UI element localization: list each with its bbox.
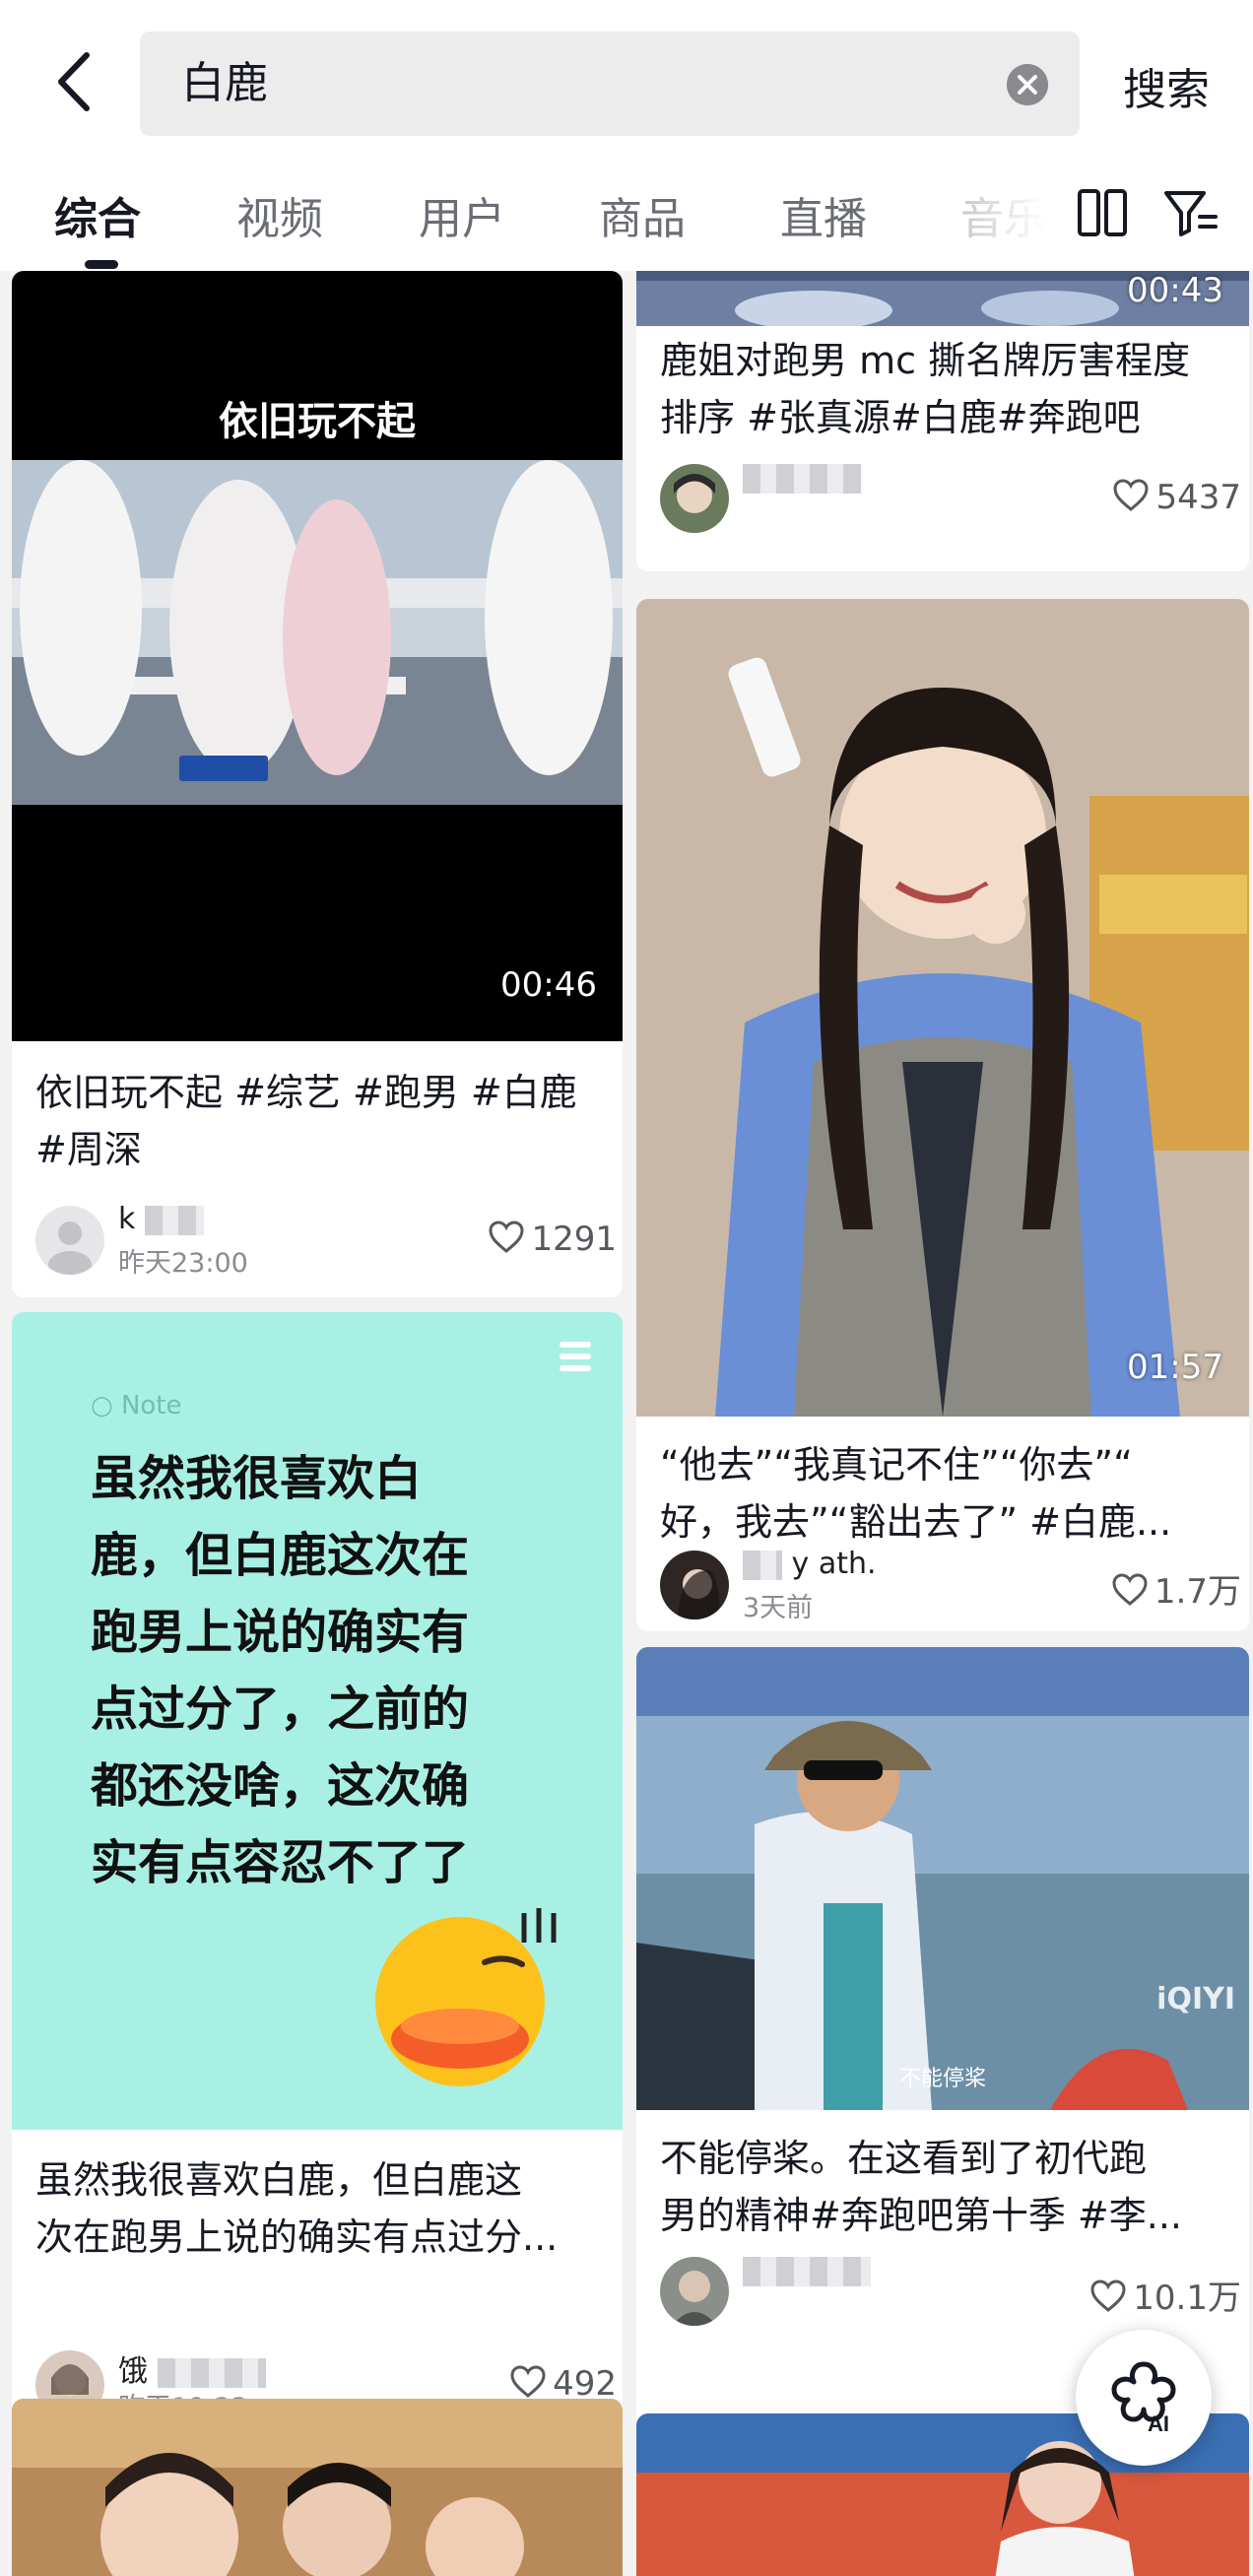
search-results-feed: 依旧玩不起 00:46 依旧玩不起 #综艺 #跑男 #白鹿 #周深 k 昨天23… — [0, 271, 1253, 2576]
video-thumbnail: 00:43 — [636, 271, 1249, 326]
caption-line: 好，我去”“豁出去了” #白鹿... — [660, 1500, 1172, 1544]
avatar[interactable] — [35, 1206, 104, 1275]
note-line: 鹿，但白鹿这次在 — [91, 1528, 470, 1583]
tab-video[interactable]: 视频 — [236, 183, 323, 246]
active-tab-indicator — [85, 260, 118, 269]
video-still — [12, 460, 623, 805]
tab-all[interactable]: 综合 — [54, 183, 141, 246]
heart-icon — [1112, 1573, 1148, 1606]
note-label: ○ Note — [91, 1391, 182, 1420]
caption-line: 男的精神#奔跑吧第十季 #李... — [660, 2194, 1182, 2237]
heart-icon — [1090, 2279, 1126, 2312]
caption-line: #周深 — [35, 1128, 142, 1171]
video-still — [636, 599, 1249, 1417]
tab-live[interactable]: 直播 — [780, 183, 867, 246]
menu-lines-icon — [560, 1342, 591, 1371]
ai-assistant-button[interactable]: AI — [1076, 2330, 1212, 2466]
heart-icon — [489, 1221, 524, 1253]
author-name[interactable]: k — [118, 1202, 204, 1236]
card-caption: “他去”“我真记不住”“你去”“ 好，我去”“豁出去了” #白鹿... — [660, 1436, 1241, 1551]
caption-line: 鹿姐对跑男 mc 撕名牌厉害程度 — [660, 339, 1191, 382]
duck-emoji-icon — [375, 1908, 557, 2086]
heart-icon — [510, 2365, 546, 2398]
author-name[interactable] — [743, 2253, 871, 2287]
author-row: k 昨天23:00 1291 — [35, 1202, 617, 1281]
result-card[interactable]: 依旧玩不起 00:46 依旧玩不起 #综艺 #跑男 #白鹿 #周深 k 昨天23… — [12, 271, 623, 1297]
video-thumbnail: 依旧玩不起 00:46 — [12, 271, 623, 1041]
card-caption: 虽然我很喜欢白鹿，但白鹿这 次在跑男上说的确实有点过分... — [35, 2151, 623, 2266]
author-row: y ath. 3天前 1.7万 — [660, 1547, 1241, 1625]
result-card[interactable]: 01:57 “他去”“我真记不住”“你去”“ 好，我去”“豁出去了” #白鹿..… — [636, 599, 1249, 1631]
video-thumbnail: 不能停桨 iQIYI — [636, 1647, 1249, 2110]
ai-assistant-icon: AI — [1111, 2361, 1176, 2436]
caption-line: 虽然我很喜欢白鹿，但白鹿这 — [35, 2158, 523, 2202]
video-thumbnail: 01:57 — [636, 599, 1249, 1417]
caption-line: “他去”“我真记不住”“你去”“ — [660, 1443, 1133, 1486]
note-line: 虽然我很喜欢白 — [91, 1451, 423, 1506]
avatar[interactable] — [660, 1551, 729, 1619]
clear-circle-icon — [1007, 64, 1048, 105]
top-bar: 搜索 — [0, 0, 1253, 158]
search-button[interactable]: 搜索 — [1123, 54, 1210, 117]
like-count[interactable]: 5437 — [1112, 478, 1241, 517]
video-duration: 00:46 — [500, 965, 597, 1005]
thumbnail-title: 依旧玩不起 — [219, 399, 416, 444]
chevron-left-icon — [58, 52, 90, 111]
note-line: 实有点容忍不了了 — [91, 1835, 470, 1890]
result-card[interactable]: ○ Note 虽然我很喜欢白 鹿，但白鹿这次在 跑男上说的确实有 点过分了，之前… — [12, 1312, 623, 2445]
note-line: 都还没啥，这次确 — [91, 1758, 470, 1814]
tabs-fade-mask — [946, 158, 1064, 271]
post-time: 3天前 — [743, 1593, 814, 1623]
result-card[interactable] — [12, 2399, 623, 2576]
avatar[interactable] — [660, 2257, 729, 2326]
svg-text:AI: AI — [1148, 2411, 1169, 2436]
author-name[interactable]: 饿 — [118, 2346, 266, 2390]
author-name[interactable]: y ath. — [743, 1547, 877, 1581]
caption-line: 排序 #张真源#白鹿#奔跑吧 — [660, 396, 1141, 439]
watermark: iQIYI — [1156, 1982, 1235, 2016]
like-count[interactable]: 10.1万 — [1089, 2271, 1241, 2319]
result-card[interactable]: 00:43 鹿姐对跑男 mc 撕名牌厉害程度 排序 #张真源#白鹿#奔跑吧 54… — [636, 271, 1249, 571]
video-thumbnail — [12, 2399, 623, 2576]
double-column-layout-icon[interactable] — [1074, 185, 1131, 242]
search-box[interactable] — [140, 32, 1080, 136]
video-still — [636, 1647, 1249, 2110]
card-caption: 鹿姐对跑男 mc 撕名牌厉害程度 排序 #张真源#白鹿#奔跑吧 — [660, 332, 1241, 446]
video-duration: 01:57 — [1127, 1348, 1223, 1387]
note-thumbnail: ○ Note 虽然我很喜欢白 鹿，但白鹿这次在 跑男上说的确实有 点过分了，之前… — [12, 1312, 623, 2130]
tab-products[interactable]: 商品 — [599, 183, 686, 246]
caption-line: 不能停桨。在这看到了初代跑 — [660, 2137, 1148, 2180]
caption-line: 依旧玩不起 #综艺 #跑男 #白鹿 — [35, 1071, 577, 1114]
author-row: 10.1万 — [660, 2253, 1241, 2332]
post-time: 昨天23:00 — [118, 1248, 248, 1279]
author-name[interactable] — [743, 460, 861, 495]
avatar[interactable] — [660, 464, 729, 533]
back-button[interactable] — [39, 37, 118, 126]
author-row: 5437 — [660, 460, 1241, 539]
note-line: 跑男上说的确实有 — [91, 1605, 470, 1660]
caption-line: 次在跑男上说的确实有点过分... — [35, 2215, 559, 2259]
clear-search-button[interactable] — [1007, 64, 1048, 105]
card-caption: 依旧玩不起 #综艺 #跑男 #白鹿 #周深 — [35, 1064, 623, 1178]
video-duration: 00:43 — [1127, 271, 1223, 310]
search-input[interactable] — [181, 49, 989, 118]
category-tabs: 综合 视频 用户 商品 直播 音乐 — [0, 158, 1253, 271]
like-count[interactable]: 1.7万 — [1111, 1564, 1241, 1613]
note-line: 点过分了，之前的 — [91, 1682, 470, 1737]
card-caption: 不能停桨。在这看到了初代跑 男的精神#奔跑吧第十季 #李... — [660, 2130, 1241, 2244]
heart-icon — [1113, 479, 1149, 511]
like-count[interactable]: 492 — [509, 2364, 617, 2404]
note-text: 虽然我很喜欢白 鹿，但白鹿这次在 跑男上说的确实有 点过分了，之前的 都还没啥，… — [91, 1440, 583, 1901]
tab-users[interactable]: 用户 — [419, 183, 505, 246]
filter-icon[interactable] — [1160, 183, 1220, 242]
video-overlay-text: 不能停桨 — [898, 2067, 986, 2091]
like-count[interactable]: 1291 — [488, 1220, 617, 1259]
